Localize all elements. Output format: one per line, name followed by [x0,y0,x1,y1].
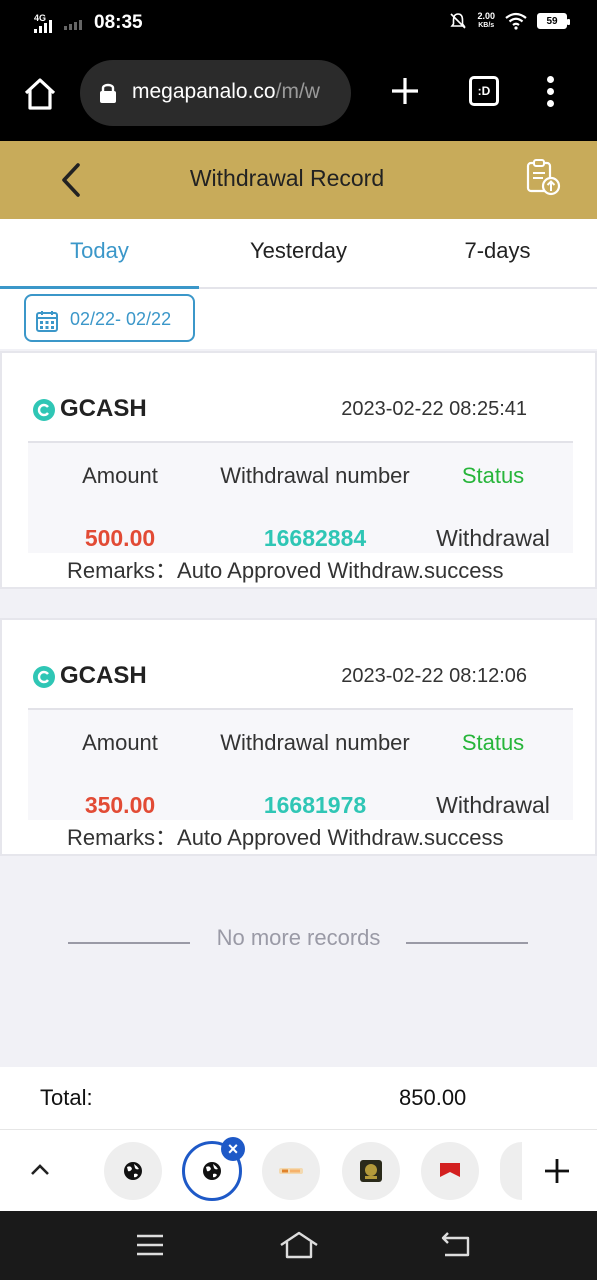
calendar-icon [36,311,58,332]
total-label: Total: [40,1085,93,1110]
total-value: 850.00 [399,1085,467,1110]
payment-method: GCASH [60,662,147,689]
globe-icon [203,1162,221,1180]
no-more-records: No more records [216,925,381,950]
browser-tab-thumbnail[interactable] [421,1142,479,1200]
chevron-up-icon[interactable] [27,1160,53,1180]
withdrawal-record-card: GCASH 2023-02-22 08:25:41 Amount Withdra… [0,351,597,589]
signal-bars-secondary-icon [64,16,82,30]
status-value: Withdrawal [436,792,550,818]
net-speed-value: 2.00 [477,11,495,21]
payment-method: GCASH [60,395,147,422]
tab-7-days[interactable]: 7-days [398,219,597,287]
url-text: megapanalo.co/m/w [132,80,342,104]
page-header: Withdrawal Record [0,141,597,219]
withdrawal-number-value: 16681978 [263,792,367,818]
tab-today[interactable]: Today [0,219,199,289]
clock: 08:35 [94,12,143,33]
amount-value: 500.00 [84,525,156,551]
game-favicon-icon [360,1160,382,1182]
record-datetime: 2023-02-22 08:12:06 [341,665,527,687]
status-right: 2.00 KB/s 59 [449,12,570,30]
page-title: Withdrawal Record [189,165,385,191]
status-value: Withdrawal [436,525,550,551]
nav-back-icon[interactable] [440,1229,472,1259]
amount-header: Amount [82,463,158,488]
browser-tab-strip [0,1129,597,1211]
amount-header: Amount [82,730,158,755]
remarks-text: Auto Approved Withdraw.success [177,558,504,583]
gcash-logo-icon [33,399,55,421]
net-speed-unit: KB/s [478,22,495,29]
browser-tab-thumbnail[interactable] [262,1142,320,1200]
record-datetime: 2023-02-22 08:25:41 [341,398,527,420]
wifi-icon [505,12,527,30]
total-bar: Total: 850.00 [0,1067,597,1129]
battery-level: 59 [546,15,558,27]
withdrawal-number-header: Withdrawal number [220,463,410,488]
amount-value: 350.00 [84,792,156,818]
bookmark-favicon-icon [440,1163,460,1177]
system-status-bar: 4G 08:35 2.00 KB/s 59 [0,0,597,48]
url-host: megapanalo.co [132,80,276,103]
browser-tab-thumbnail[interactable] [342,1142,400,1200]
remarks-label: Remarks： [67,825,178,850]
signal-bars-icon [34,19,52,33]
new-tab-icon[interactable] [388,74,422,108]
globe-icon [124,1162,142,1180]
record-details: Amount Withdrawal number Status 350.00 1… [28,708,573,820]
divider-line [406,942,528,944]
withdrawal-record-card: GCASH 2023-02-22 08:12:06 Amount Withdra… [0,618,597,856]
clipboard-upload-icon[interactable] [523,157,563,197]
lock-icon [100,83,116,103]
date-range-bar: 02/22- 02/22 [0,289,597,349]
date-filter-tabs: Today Yesterday 7-days [0,219,597,289]
browser-tab-thumbnail-partial[interactable] [500,1142,522,1200]
net-speed: 2.00 KB/s [477,12,495,30]
tab-yesterday[interactable]: Yesterday [199,219,398,287]
url-path: /m/w [275,80,320,103]
withdrawal-number-header: Withdrawal number [220,730,410,755]
tab-switcher-label: :D [477,84,491,98]
withdrawal-number-value: 16682884 [263,525,367,551]
site-favicon-icon [279,1168,303,1174]
home-icon[interactable] [22,76,58,112]
record-details: Amount Withdrawal number Status 500.00 1… [28,441,573,553]
status-left: 4G 08:35 [34,12,143,34]
remarks: Remarks：Auto Approved Withdraw.success [67,820,504,852]
signal-4g-icon: 4G [34,13,58,33]
date-range-text: 02/22- 02/22 [70,309,172,329]
system-navigation-bar [0,1211,597,1280]
browser-tab-thumbnail[interactable] [104,1142,162,1200]
bell-muted-icon [450,13,467,29]
nav-home-icon[interactable] [278,1229,320,1261]
status-header: Status [461,730,525,755]
browser-toolbar: megapanalo.co/m/w :D [0,48,597,141]
gcash-logo-icon [33,666,55,688]
battery-icon: 59 [537,13,570,29]
add-tab-icon[interactable] [543,1157,571,1185]
close-tab-icon[interactable]: × [221,1137,245,1161]
remarks-label: Remarks： [67,558,178,583]
tab-switcher-button[interactable]: :D [469,76,499,106]
recent-apps-icon[interactable] [135,1233,165,1257]
more-menu-icon[interactable] [544,76,556,110]
status-header: Status [461,463,525,488]
remarks-text: Auto Approved Withdraw.success [177,825,504,850]
date-range-picker[interactable]: 02/22- 02/22 [24,294,195,342]
remarks: Remarks：Auto Approved Withdraw.success [67,553,504,585]
address-bar[interactable]: megapanalo.co/m/w [80,60,351,126]
